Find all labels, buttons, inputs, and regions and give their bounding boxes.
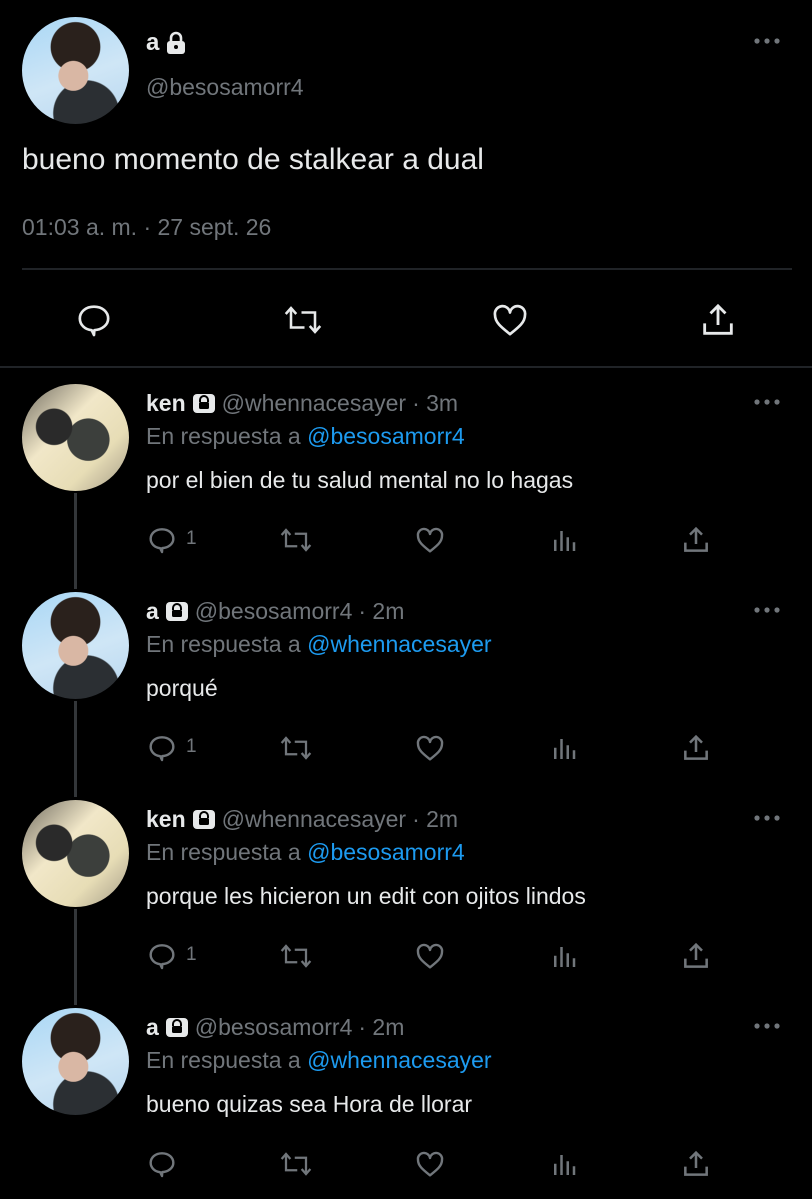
reply-text: porque les hicieron un edit con ojitos l… [146, 883, 586, 909]
retweet-icon[interactable] [282, 301, 324, 339]
reply-header: ken @whennacesayer · 3m [146, 388, 458, 418]
analytics-icon[interactable] [548, 734, 580, 764]
analytics-icon[interactable] [548, 1150, 580, 1180]
share-icon[interactable] [680, 732, 712, 764]
reply-icon[interactable] [146, 524, 178, 556]
reply-count: 1 [186, 528, 197, 549]
display-name[interactable]: ken [146, 390, 186, 417]
reply-prefix: En respuesta a [146, 1047, 301, 1073]
avatar[interactable] [22, 17, 129, 124]
reply-icon[interactable] [146, 732, 178, 764]
time[interactable]: · 3m [412, 390, 458, 417]
share-icon[interactable] [680, 524, 712, 556]
reply-context: En respuesta a @besosamorr4 [146, 839, 465, 866]
thread-line [74, 493, 77, 589]
reply-header: a @besosamorr4 · 2m [146, 596, 404, 626]
main-tweet-text: bueno momento de stalkear a dual [22, 143, 484, 176]
more-icon[interactable] [752, 1021, 782, 1031]
reply-context: En respuesta a @whennacesayer [146, 631, 492, 658]
main-handle[interactable]: @besosamorr4 [146, 74, 304, 101]
avatar[interactable] [22, 800, 129, 907]
time[interactable]: · 2m [412, 806, 458, 833]
reply-icon[interactable] [146, 1148, 178, 1180]
like-icon[interactable] [414, 524, 446, 556]
reply-icon[interactable] [146, 940, 178, 972]
reply-action-bar [146, 1146, 746, 1182]
thread-line [74, 909, 77, 1005]
avatar[interactable] [22, 384, 129, 491]
like-icon[interactable] [490, 300, 530, 340]
reply-text: bueno quizas sea Hora de llorar [146, 1091, 473, 1117]
main-timestamp[interactable]: 01:03 a. m. · 27 sept. 26 [22, 214, 271, 241]
reply-count: 1 [186, 736, 197, 757]
display-name[interactable]: a [146, 29, 159, 57]
divider [0, 366, 812, 368]
handle[interactable]: @whennacesayer [222, 806, 406, 833]
reply-action-bar: 1 [146, 522, 746, 558]
retweet-icon[interactable] [278, 941, 314, 971]
reply-to-link[interactable]: @whennacesayer [307, 1047, 491, 1073]
main-author-line: a [146, 28, 187, 58]
handle[interactable]: @besosamorr4 [195, 598, 353, 625]
like-icon[interactable] [414, 1148, 446, 1180]
more-icon[interactable] [752, 397, 782, 407]
share-icon[interactable] [680, 1148, 712, 1180]
lock-icon [165, 599, 189, 623]
divider [22, 268, 792, 270]
lock-icon [192, 807, 216, 831]
reply-text: porqué [146, 675, 218, 701]
avatar[interactable] [22, 592, 129, 699]
analytics-icon[interactable] [548, 526, 580, 556]
reply-to-link[interactable]: @besosamorr4 [307, 423, 465, 449]
more-icon[interactable] [752, 813, 782, 823]
reply-to-link[interactable]: @besosamorr4 [307, 839, 465, 865]
reply-prefix: En respuesta a [146, 631, 301, 657]
lock-icon [165, 31, 187, 55]
share-icon[interactable] [698, 300, 738, 340]
avatar[interactable] [22, 1008, 129, 1115]
retweet-icon[interactable] [278, 1149, 314, 1179]
analytics-icon[interactable] [548, 942, 580, 972]
display-name[interactable]: ken [146, 806, 186, 833]
display-name[interactable]: a [146, 1014, 159, 1041]
reply-count: 1 [186, 944, 197, 965]
reply-prefix: En respuesta a [146, 839, 301, 865]
reply-context: En respuesta a @besosamorr4 [146, 423, 465, 450]
lock-icon [165, 1015, 189, 1039]
time[interactable]: · 2m [358, 598, 404, 625]
display-name[interactable]: a [146, 598, 159, 625]
reply-icon[interactable] [74, 300, 114, 340]
reply-header: a @besosamorr4 · 2m [146, 1012, 404, 1042]
reply-to-link[interactable]: @whennacesayer [307, 631, 491, 657]
share-icon[interactable] [680, 940, 712, 972]
reply-action-bar: 1 [146, 730, 746, 766]
reply-action-bar: 1 [146, 938, 746, 974]
reply-prefix: En respuesta a [146, 423, 301, 449]
more-icon[interactable] [752, 36, 782, 46]
reply-context: En respuesta a @whennacesayer [146, 1047, 492, 1074]
retweet-icon[interactable] [278, 525, 314, 555]
handle[interactable]: @besosamorr4 [195, 1014, 353, 1041]
more-icon[interactable] [752, 605, 782, 615]
time[interactable]: · 2m [358, 1014, 404, 1041]
like-icon[interactable] [414, 940, 446, 972]
retweet-icon[interactable] [278, 733, 314, 763]
thread-line [74, 701, 77, 797]
reply-text: por el bien de tu salud mental no lo hag… [146, 467, 574, 493]
handle[interactable]: @whennacesayer [222, 390, 406, 417]
reply-header: ken @whennacesayer · 2m [146, 804, 458, 834]
lock-icon [192, 391, 216, 415]
like-icon[interactable] [414, 732, 446, 764]
